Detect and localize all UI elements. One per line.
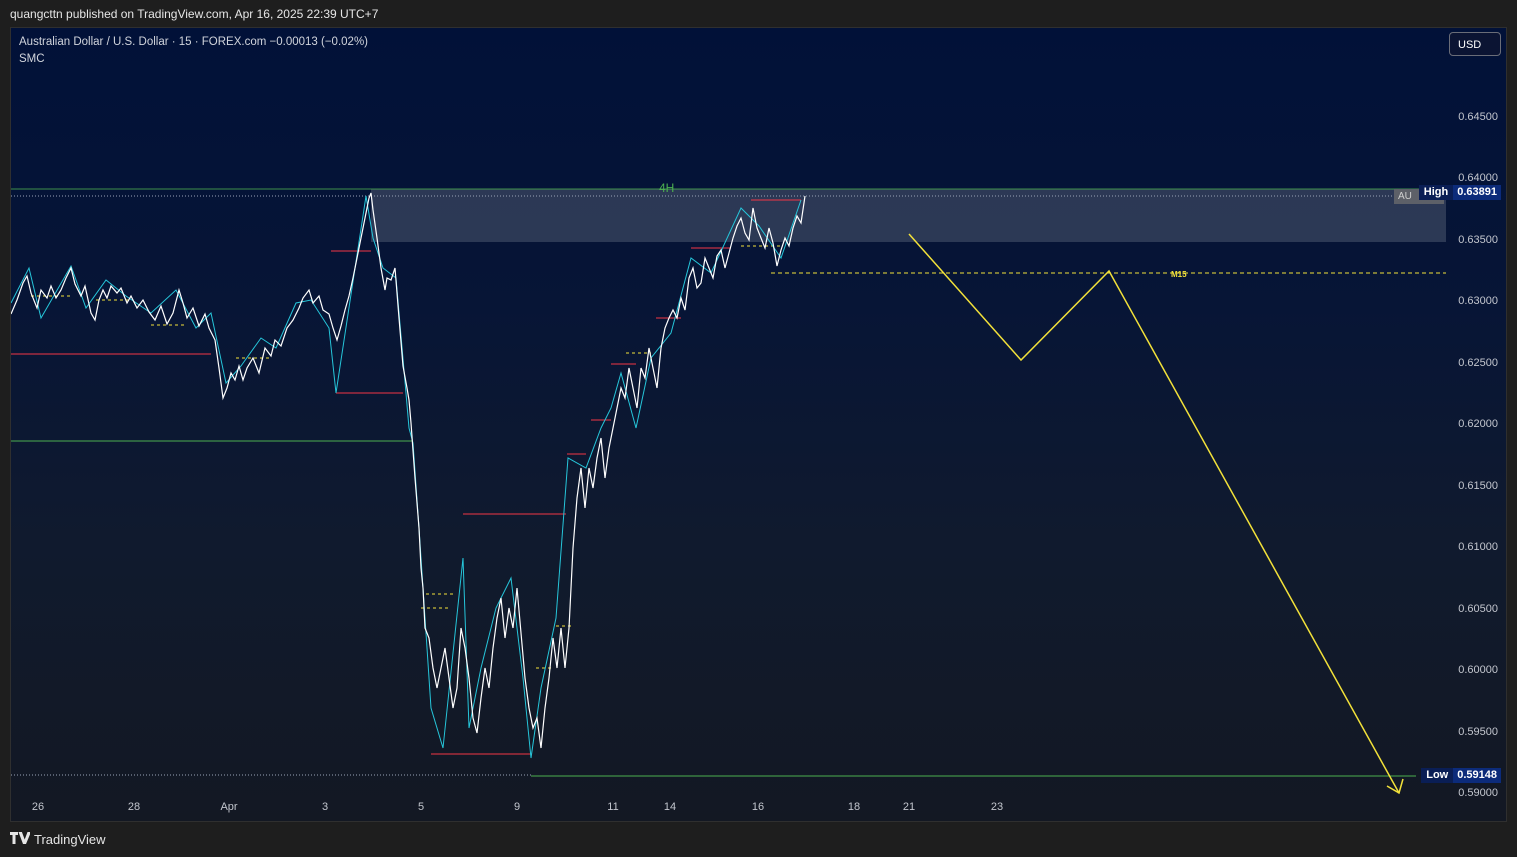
symbol-info[interactable]: Australian Dollar / U.S. Dollar · 15 · F… <box>19 36 368 48</box>
low-value: 0.59148 <box>1453 768 1501 783</box>
price-tick: 0.60500 <box>1458 603 1498 615</box>
currency-button[interactable]: USD <box>1449 32 1501 56</box>
price-tick: 0.63000 <box>1458 295 1498 307</box>
price-tick: 0.59500 <box>1458 726 1498 738</box>
price-tick: 0.64500 <box>1458 111 1498 123</box>
time-tick: 18 <box>847 801 861 813</box>
zone-label: 4H <box>659 181 674 195</box>
time-tick: 28 <box>127 801 141 813</box>
chart-pane[interactable]: M15 4H Australian Dollar / U.S. Dollar ·… <box>10 27 1507 822</box>
time-tick: 23 <box>990 801 1004 813</box>
price-change: −0.00013 (−0.02%) <box>269 36 368 48</box>
price-chart[interactable]: M15 4H <box>11 28 1507 822</box>
structure-yellow-dashes <box>31 245 781 669</box>
price-tick: 0.64000 <box>1458 172 1498 184</box>
swing-line <box>11 195 802 759</box>
price-tick: 0.63500 <box>1458 234 1498 246</box>
low-label: Low <box>1421 768 1454 783</box>
price-tick: 0.60000 <box>1458 664 1498 676</box>
tradingview-logo-icon <box>10 831 31 847</box>
projection-path <box>908 233 1400 794</box>
brand-name: TradingView <box>34 831 106 847</box>
symbol-name: Australian Dollar / U.S. Dollar · 15 · F… <box>19 36 267 48</box>
footer-brand[interactable]: TradingView <box>10 828 106 850</box>
time-tick: Apr <box>220 801 238 813</box>
high-value: 0.63891 <box>1453 185 1501 200</box>
time-tick: 21 <box>902 801 916 813</box>
price-tick: 0.61000 <box>1458 541 1498 553</box>
time-tick: 9 <box>513 801 521 813</box>
time-tick: 3 <box>321 801 329 813</box>
price-tick: 0.62000 <box>1458 418 1498 430</box>
structure-red-lines <box>11 199 801 755</box>
publish-info: quangcttn published on TradingView.com, … <box>10 7 379 21</box>
price-tick: 0.62500 <box>1458 357 1498 369</box>
time-tick: 14 <box>663 801 677 813</box>
high-label: High <box>1418 185 1454 200</box>
time-tick: 5 <box>417 801 425 813</box>
supply-zone <box>371 189 1446 242</box>
price-tick: 0.59000 <box>1458 787 1498 799</box>
time-tick: 16 <box>751 801 765 813</box>
low-marker: Low 0.59148 <box>1421 768 1501 783</box>
price-tick: 0.61500 <box>1458 480 1498 492</box>
high-marker: High 0.63891 <box>1418 185 1501 200</box>
time-tick: 26 <box>31 801 45 813</box>
m15-level-label: M15 <box>1171 270 1187 279</box>
indicator-name[interactable]: SMC <box>19 53 45 65</box>
time-tick: 11 <box>607 801 619 813</box>
